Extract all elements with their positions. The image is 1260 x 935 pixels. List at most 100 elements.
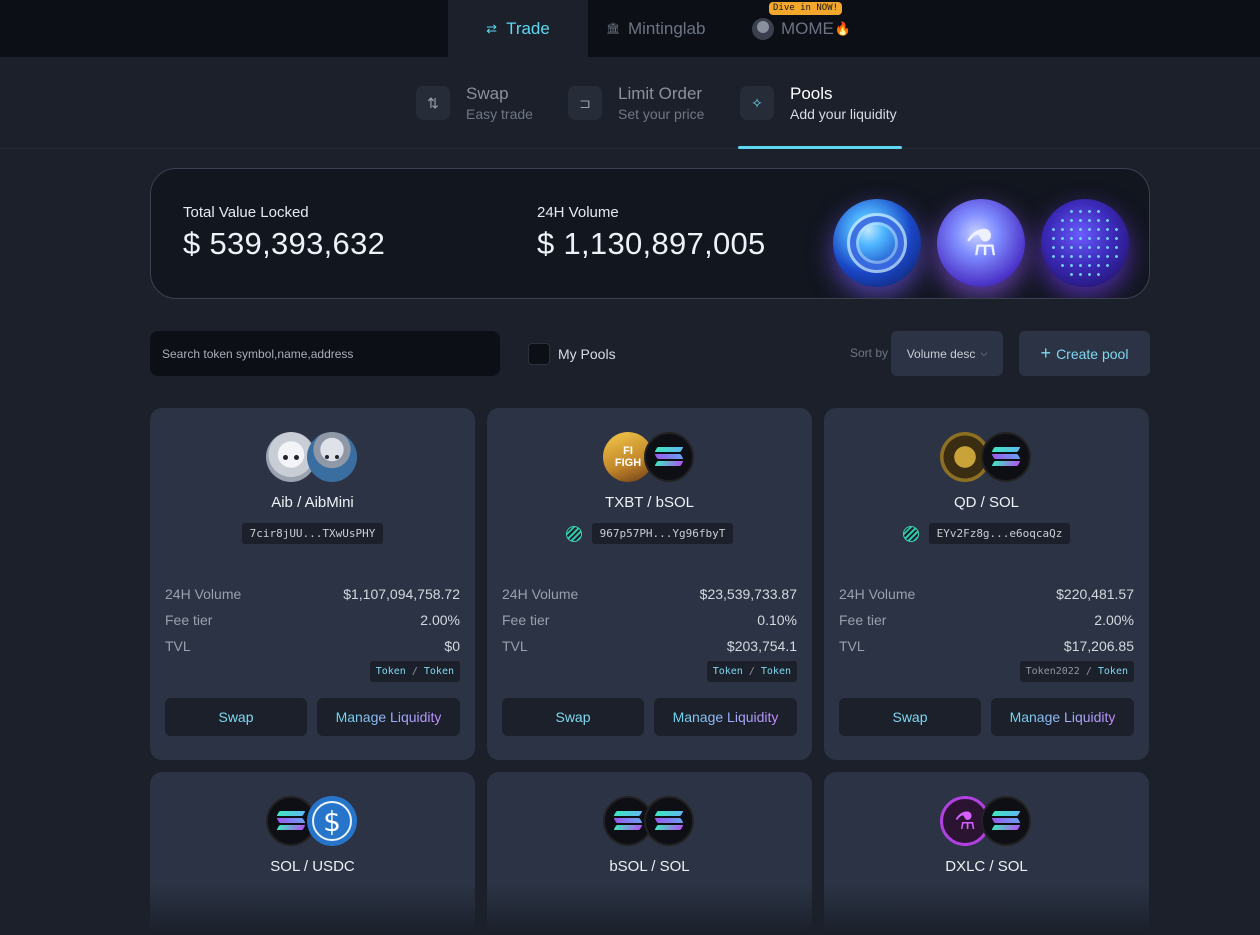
manage-liquidity-button[interactable]: Manage Liquidity	[991, 698, 1134, 736]
fee-label: Fee tier	[502, 612, 550, 628]
pair-logos	[940, 432, 1034, 482]
token-type-b: Token	[1097, 666, 1128, 677]
solana-token-icon	[644, 796, 694, 846]
pool-card: ⚗ DXLC / SOL	[824, 772, 1149, 935]
pool-volume: $220,481.57	[1056, 586, 1134, 602]
token-type-b: Token	[423, 666, 454, 677]
solana-token-icon	[981, 796, 1031, 846]
pool-volume: $23,539,733.87	[699, 586, 797, 602]
token-type-a: Token2022	[1025, 666, 1080, 677]
pool-tvl: $17,206.85	[1063, 638, 1134, 654]
token-type-a: Token	[375, 666, 406, 677]
dive-in-badge: Dive in NOW!	[769, 2, 843, 15]
tab-mome-label: MOME	[781, 18, 834, 38]
subtab-limit-title: Limit Order	[618, 83, 703, 103]
limit-icon: ⊐	[568, 86, 602, 120]
token-type-badge: Token / Token	[706, 661, 797, 682]
manage-liquidity-label: Manage Liquidity	[672, 709, 779, 725]
token-type-badge: Token / Token	[369, 661, 460, 682]
pool-address[interactable]: EYv2Fz8g...e6oqcaQz	[928, 523, 1071, 544]
tab-mintinglab[interactable]: 🏛 Mintinglab	[606, 0, 705, 57]
tab-mintinglab-label: Mintinglab	[627, 18, 706, 38]
aibmini-token-icon	[307, 432, 357, 482]
orb-dots-icon	[1041, 199, 1129, 287]
swap-button[interactable]: Swap	[839, 698, 981, 736]
flame-icon: 🔥	[834, 20, 852, 36]
subtab-swap[interactable]: ⇅ Swap Easy trade	[416, 57, 533, 149]
my-pools-checkbox[interactable]	[528, 343, 550, 365]
tvl-label: Total Value Locked	[183, 204, 309, 221]
swap-arrows-icon: ⇄	[486, 20, 498, 36]
verified-icon	[902, 525, 919, 542]
volume-label: 24H Volume	[165, 586, 242, 602]
orb-flask-icon	[937, 199, 1025, 287]
verified-icon	[565, 525, 582, 542]
pool-address[interactable]: 7cir8jUU...TXwUsPHY	[241, 523, 384, 544]
pool-pair: TXBT / bSOL	[605, 494, 694, 511]
avatar-icon	[752, 17, 774, 40]
swap-button[interactable]: Swap	[502, 698, 644, 736]
solana-token-icon	[981, 432, 1031, 482]
search-input[interactable]	[150, 331, 500, 376]
manage-liquidity-label: Manage Liquidity	[335, 709, 442, 725]
pool-pair: QD / SOL	[953, 494, 1020, 511]
sort-select-value: Volume desc	[906, 346, 976, 361]
sort-select[interactable]: Volume desc ⌵	[891, 331, 1003, 376]
pool-pair: SOL / USDC	[270, 858, 355, 875]
tab-trade[interactable]: ⇄ Trade	[448, 0, 588, 57]
solana-token-icon	[644, 432, 694, 482]
pool-fee: 2.00%	[1094, 612, 1134, 628]
pool-pair: Aib / AibMini	[271, 494, 354, 511]
subtab-pools-title: Pools	[790, 83, 833, 103]
volume-label: 24H Volume	[502, 586, 579, 602]
manage-liquidity-label: Manage Liquidity	[1009, 709, 1116, 725]
pool-tvl: $0	[444, 638, 460, 654]
pool-volume: $1,107,094,758.72	[343, 586, 460, 602]
pair-logos: FI FIGH	[603, 432, 697, 482]
pool-pair: DXLC / SOL	[945, 858, 1028, 875]
pool-tvl: $203,754.1	[726, 638, 797, 654]
pool-fee: 2.00%	[420, 612, 460, 628]
fee-label: Fee tier	[165, 612, 213, 628]
pool-pair: bSOL / SOL	[609, 858, 690, 875]
volume-label: 24H Volume	[839, 586, 916, 602]
sort-by-label: Sort by	[850, 346, 889, 360]
my-pools-toggle[interactable]: My Pools	[528, 343, 616, 365]
swap-button[interactable]: Swap	[165, 698, 307, 736]
pool-card: FI FIGH TXBT / bSOL 967p57PH...Yg96fbyT 2…	[487, 408, 812, 760]
manage-liquidity-button[interactable]: Manage Liquidity	[654, 698, 797, 736]
orb-rings-icon	[833, 199, 921, 287]
pool-card: $ SOL / USDC	[150, 772, 475, 935]
swap-button-label: Swap	[892, 709, 928, 725]
chevron-down-icon: ⌵	[980, 348, 988, 358]
pair-logos: ⚗	[940, 796, 1034, 846]
active-tab-indicator	[738, 146, 902, 149]
token-type-b: Token	[760, 666, 791, 677]
subtab-pools[interactable]: ✧ Pools Add your liquidity	[740, 57, 897, 149]
swap-icon: ⇅	[416, 86, 450, 120]
volume-value: $ 1,130,897,005	[537, 226, 766, 261]
pool-fee: 0.10%	[757, 612, 797, 628]
bank-icon: 🏛	[606, 23, 620, 35]
subtab-limit-order[interactable]: ⊐ Limit Order Set your price	[568, 57, 704, 149]
pair-logos	[266, 432, 360, 482]
manage-liquidity-button[interactable]: Manage Liquidity	[317, 698, 460, 736]
create-pool-label: Create pool	[1056, 345, 1129, 362]
token-type-a: Token	[712, 666, 743, 677]
subtab-limit-subtitle: Set your price	[618, 105, 705, 122]
create-pool-button[interactable]: + Create pool	[1019, 331, 1150, 376]
tab-trade-label: Trade	[506, 18, 550, 38]
pool-address[interactable]: 967p57PH...Yg96fbyT	[591, 523, 734, 544]
plus-icon: +	[1040, 343, 1052, 363]
sparkles-icon: ✧	[740, 86, 774, 120]
top-nav: ⇄ Trade 🏛 Mintinglab MOME 🔥 Dive in NOW!	[0, 0, 1260, 57]
volume-label: 24H Volume	[537, 204, 619, 221]
sub-nav: ⇅ Swap Easy trade ⊐ Limit Order Set your…	[0, 57, 1260, 149]
subtab-swap-subtitle: Easy trade	[466, 105, 533, 122]
tvl-value: $ 539,393,632	[183, 226, 386, 261]
token-type-badge: Token2022 / Token	[1019, 661, 1134, 682]
pool-card: Aib / AibMini 7cir8jUU...TXwUsPHY 24H Vo…	[150, 408, 475, 760]
tvl-label: TVL	[839, 638, 865, 654]
swap-button-label: Swap	[218, 709, 254, 725]
pair-logos: $	[266, 796, 360, 846]
